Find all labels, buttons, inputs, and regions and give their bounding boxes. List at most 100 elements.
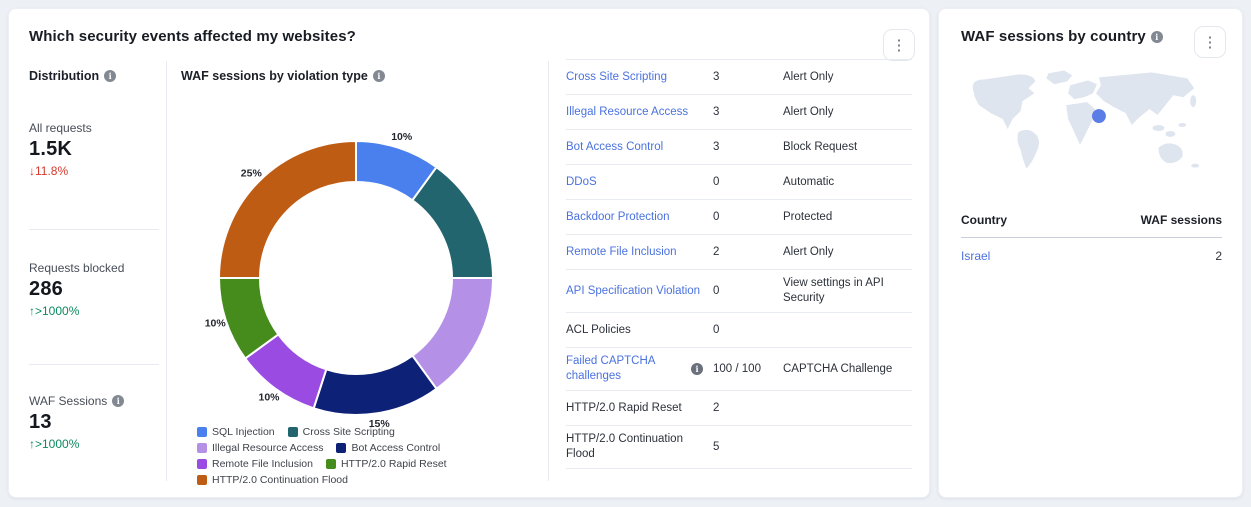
event-row-cross-site-scripting: Cross Site Scripting 3 Alert Only (566, 60, 912, 95)
info-icon[interactable]: i (112, 395, 124, 407)
kebab-menu-button[interactable]: ⋮ (1194, 26, 1226, 58)
event-action: Alert Only (783, 245, 912, 260)
chart-legend: SQL Injection Cross Site Scripting Illegal… (197, 425, 547, 489)
event-name-cell: HTTP/2.0 Rapid Reset (566, 401, 713, 416)
metric-label: All requests (29, 121, 157, 135)
map-marker-israel[interactable] (1092, 109, 1106, 123)
legend-item-illegal-resource-access: Illegal Resource Access (197, 441, 323, 455)
event-value: 0 (713, 284, 783, 299)
event-value: 5 (713, 440, 783, 455)
metric-waf-sessions: WAF Sessionsi 13 ↑>1000% (29, 394, 157, 451)
event-row-ddos: DDoS 0 Automatic (566, 165, 912, 200)
event-name-link[interactable]: Cross Site Scripting (566, 70, 667, 85)
legend-swatch (197, 475, 207, 485)
event-action: Protected (783, 210, 912, 225)
event-name-cell: Backdoor Protection (566, 210, 713, 225)
event-name-link[interactable]: Illegal Resource Access (566, 105, 688, 120)
map-greenland (1046, 70, 1072, 84)
event-name: HTTP/2.0 Rapid Reset (566, 401, 682, 416)
event-row-backdoor-protection: Backdoor Protection 0 Protected (566, 200, 912, 235)
event-name-cell: HTTP/2.0 Continuation Flood (566, 432, 713, 462)
legend-swatch (336, 443, 346, 453)
event-name-cell: ACL Policies (566, 323, 713, 338)
legend-label: HTTP/2.0 Rapid Reset (341, 457, 447, 471)
legend-label: Cross Site Scripting (303, 425, 395, 439)
event-action: Alert Only (783, 105, 912, 120)
legend-item-remote-file-inclusion: Remote File Inclusion (197, 457, 313, 471)
map-north-america (973, 74, 1036, 129)
event-value: 100 / 100 (713, 362, 783, 377)
chart-title-label: WAF sessions by violation type (181, 69, 368, 83)
event-action: Automatic (783, 175, 912, 190)
security-events-card: Which security events affected my websit… (8, 8, 930, 498)
donut-segment-http-2-0-continuation-flood[interactable] (219, 141, 356, 278)
country-table-header: Country WAF sessions (961, 205, 1222, 238)
legend-label: Remote File Inclusion (212, 457, 313, 471)
event-row-remote-file-inclusion: Remote File Inclusion 2 Alert Only (566, 235, 912, 270)
map-australia (1158, 143, 1182, 163)
donut-segment-bot-access-control[interactable] (314, 356, 437, 415)
event-name-cell: Failed CAPTCHA challenges i (566, 354, 713, 384)
event-row-api-specification-violation: API Specification Violation 0 View setti… (566, 270, 912, 313)
legend-swatch (197, 427, 207, 437)
divider (548, 61, 549, 481)
legend-label: SQL Injection (212, 425, 275, 439)
country-table: Country WAF sessions Israel 2 (961, 205, 1222, 274)
legend-swatch (197, 443, 207, 453)
legend-label: Illegal Resource Access (212, 441, 323, 455)
event-name-link[interactable]: DDoS (566, 175, 597, 190)
country-link[interactable]: Israel (961, 249, 990, 263)
event-name: HTTP/2.0 Continuation Flood (566, 432, 703, 462)
event-name-link[interactable]: API Specification Violation (566, 284, 700, 299)
event-row-bot-access-control: Bot Access Control 3 Block Request (566, 130, 912, 165)
info-icon[interactable]: i (691, 363, 703, 375)
legend-label: HTTP/2.0 Continuation Flood (212, 473, 348, 487)
slice-label-http-2-0-continuation-flood: 25% (241, 167, 263, 179)
card-title: Which security events affected my websit… (29, 28, 356, 45)
metric-value: 13 (29, 411, 157, 434)
event-value: 3 (713, 140, 783, 155)
kebab-menu-button[interactable]: ⋮ (883, 29, 915, 61)
metric-label: Requests blocked (29, 261, 157, 275)
card-title: WAF sessions by countryi (961, 28, 1163, 45)
event-name: ACL Policies (566, 323, 631, 338)
event-row-failed-captcha-challenges: Failed CAPTCHA challenges i 100 / 100 CA… (566, 348, 912, 391)
security-events-table: Cross Site Scripting 3 Alert Only Illega… (566, 59, 912, 469)
event-value: 0 (713, 175, 783, 190)
event-name-cell: Bot Access Control (566, 140, 713, 155)
event-value: 0 (713, 210, 783, 225)
divider (166, 61, 167, 481)
event-action: Block Request (783, 140, 912, 155)
legend-item-bot-access-control: Bot Access Control (336, 441, 440, 455)
event-value: 2 (713, 245, 783, 260)
distribution-header: Distributioni (29, 69, 116, 83)
divider (29, 364, 159, 365)
event-name-cell: API Specification Violation (566, 284, 713, 299)
metric-requests-blocked: Requests blocked 286 ↑>1000% (29, 261, 157, 318)
slice-label-remote-file-inclusion: 10% (258, 392, 280, 404)
waf-sessions-by-country-card: WAF sessions by countryi ⋮ Country WAF s… (938, 8, 1243, 498)
event-name-link[interactable]: Bot Access Control (566, 140, 663, 155)
metric-value: 286 (29, 278, 157, 301)
kebab-menu-icon: ⋮ (892, 38, 907, 53)
info-icon[interactable]: i (373, 70, 385, 82)
event-name-link[interactable]: Remote File Inclusion (566, 245, 677, 260)
info-icon[interactable]: i (1151, 31, 1163, 43)
legend-item-http-2-0-rapid-reset: HTTP/2.0 Rapid Reset (326, 457, 447, 471)
event-action: CAPTCHA Challenge (783, 362, 912, 377)
country-row-israel: Israel 2 (961, 238, 1222, 274)
metric-value: 1.5K (29, 138, 157, 161)
event-name-cell: Remote File Inclusion (566, 245, 713, 260)
legend-label: Bot Access Control (351, 441, 440, 455)
metric-all-requests: All requests 1.5K ↓11.8% (29, 121, 157, 178)
event-name-link[interactable]: Failed CAPTCHA challenges (566, 354, 683, 384)
country-sessions-value: 2 (1215, 249, 1222, 263)
info-icon[interactable]: i (104, 70, 116, 82)
event-name-cell: Illegal Resource Access (566, 105, 713, 120)
metric-label: WAF Sessionsi (29, 394, 157, 408)
world-map (963, 65, 1221, 181)
event-name-link[interactable]: Backdoor Protection (566, 210, 670, 225)
donut-segment-cross-site-scripting[interactable] (412, 167, 493, 278)
event-value: 3 (713, 70, 783, 85)
metric-delta: ↑>1000% (29, 304, 157, 318)
